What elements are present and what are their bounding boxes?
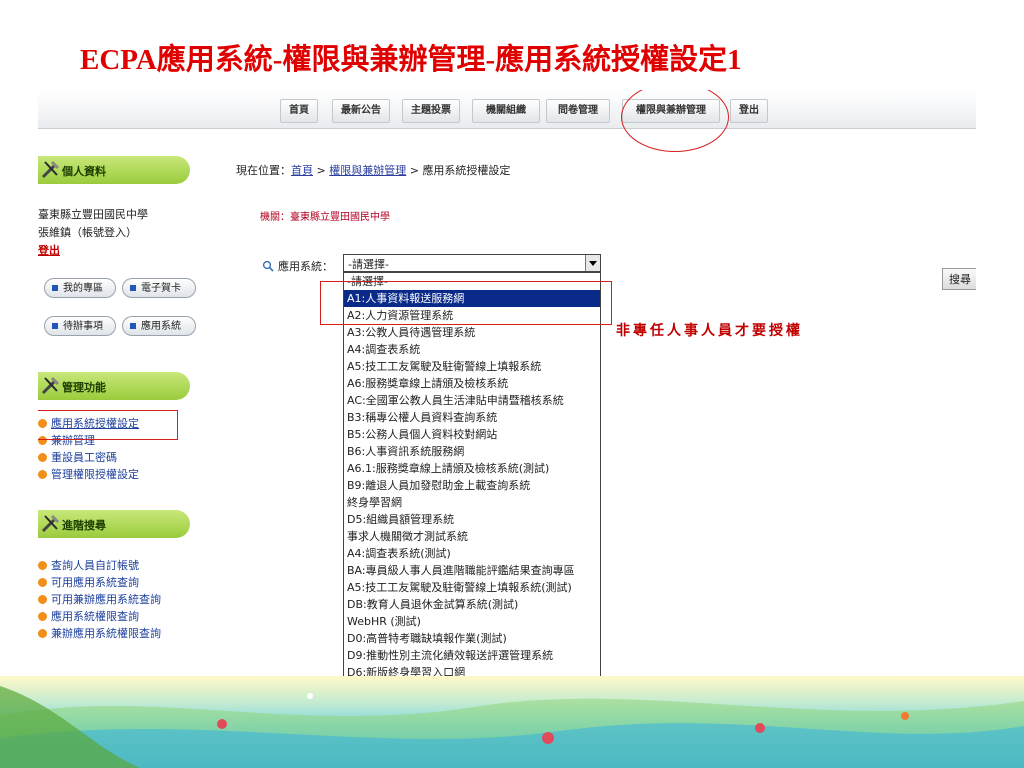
dropdown-option[interactable]: A4:調查表系統(測試) (344, 545, 600, 562)
nav-item-logout[interactable]: 登出 (730, 99, 768, 123)
sidebar-item-available-concurrent[interactable]: 可用兼辦應用系統查詢 (38, 592, 161, 608)
dropdown-option[interactable]: D9:推動性別主流化績效報送評選管理系統 (344, 647, 600, 664)
select-value: -請選擇- (348, 258, 389, 271)
bullet-icon (38, 629, 47, 638)
apps-button[interactable]: 應用系統 (122, 316, 196, 336)
active-item-highlight-box (38, 410, 178, 440)
dropdown-option[interactable]: AC:全國軍公教人員生活津貼申請暨稽核系統 (344, 392, 600, 409)
dropdown-option[interactable]: D5:組織員額管理系統 (344, 511, 600, 528)
dropdown-option[interactable]: B3:稱專公權人員資料查詢系統 (344, 409, 600, 426)
search-button[interactable]: 搜尋 (942, 268, 976, 290)
sidebar-header-manage: 管理功能 (38, 372, 190, 400)
bullet-icon (38, 612, 47, 621)
breadcrumb-home-link[interactable]: 首頁 (291, 164, 313, 177)
sidebar: 個人資料 臺東縣立豐田國民中學 張維鎮（帳號登入） 登出 我的專區 電子賀卡 待… (38, 150, 228, 680)
sidebar-item-label: 可用應用系統查詢 (51, 576, 139, 589)
sidebar-header-label: 個人資料 (62, 165, 106, 178)
sidebar-item-concurrent-permission-query[interactable]: 兼辦應用系統權限查詢 (38, 626, 161, 642)
breadcrumb-separator: > (313, 164, 330, 177)
bullet-icon (38, 578, 47, 587)
user-org: 臺東縣立豐田國民中學 (38, 208, 148, 221)
nav-item-vote[interactable]: 主題投票 (402, 99, 460, 123)
breadcrumb-prefix: 現在位置： (236, 164, 291, 177)
dropdown-option[interactable]: WebHR (測試) (344, 613, 600, 630)
dropdown-option[interactable]: A6:服務獎章線上請頒及檢核系統 (344, 375, 600, 392)
dropdown-option[interactable]: B5:公務人員個人資料校對網站 (344, 426, 600, 443)
breadcrumb-section-link[interactable]: 權限與兼辦管理 (329, 164, 406, 177)
sidebar-item-label: 查詢人員自訂帳號 (51, 559, 139, 572)
dropdown-option[interactable]: D0:高普特考職缺填報作業(測試) (344, 630, 600, 647)
nav-highlight-circle (621, 90, 729, 152)
annotation-text: 非專任人事人員才要授權 (616, 324, 803, 339)
option-highlight-box (320, 281, 612, 325)
sidebar-item-admin-auth[interactable]: 管理權限授權設定 (38, 467, 139, 483)
top-navigation: 首頁 最新公告 主題投票 機關組織 問卷管理 權限與兼辦管理 登出 (38, 90, 976, 152)
chevron-down-icon[interactable] (585, 255, 600, 271)
slide-title: ECPA應用系統-權限與兼辦管理-應用系統授權設定1 (80, 44, 742, 76)
dropdown-option[interactable]: A6.1:服務獎章線上請頒及檢核系統(測試) (344, 460, 600, 477)
breadcrumb-current: 應用系統授權設定 (422, 164, 511, 177)
dropdown-option[interactable]: A4:調查表系統 (344, 341, 600, 358)
dropdown-option[interactable]: A3:公教人員待遇管理系統 (344, 324, 600, 341)
breadcrumb: 現在位置：首頁 > 權限與兼辦管理 > 應用系統授權設定 (236, 162, 510, 178)
dropdown-option[interactable]: 終身學習網 (344, 494, 600, 511)
sidebar-header-personal: 個人資料 (38, 156, 190, 184)
bullet-icon (38, 561, 47, 570)
dropdown-option[interactable]: B9:離退人員加發慰助金上載查詢系統 (344, 477, 600, 494)
sidebar-item-label: 兼辦應用系統權限查詢 (51, 627, 161, 640)
filter-label: 應用系統： (278, 260, 333, 273)
bullet-icon (38, 453, 47, 462)
nav-item-news[interactable]: 最新公告 (332, 99, 390, 123)
my-area-button[interactable]: 我的專區 (44, 278, 116, 298)
sidebar-logout-link[interactable]: 登出 (38, 242, 60, 258)
sidebar-item-label: 管理權限授權設定 (51, 468, 139, 481)
sidebar-header-label: 進階搜尋 (62, 519, 106, 532)
user-name: 張維鎮（帳號登入） (38, 226, 137, 239)
sidebar-item-available-apps[interactable]: 可用應用系統查詢 (38, 575, 139, 591)
wave-decoration (0, 686, 1024, 768)
dropdown-option[interactable]: BA:專員級人事人員進階職能評鑑結果查詢專區 (344, 562, 600, 579)
sidebar-item-app-permission-query[interactable]: 應用系統權限查詢 (38, 609, 139, 625)
bullet-icon (38, 470, 47, 479)
dropdown-option[interactable]: A5:技工工友駕駛及駐衛警線上填報系統(測試) (344, 579, 600, 596)
todo-button[interactable]: 待辦事項 (44, 316, 116, 336)
tools-icon (41, 160, 60, 179)
breadcrumb-separator: > (406, 164, 423, 177)
sidebar-item-reset-password[interactable]: 重設員工密碼 (38, 450, 117, 466)
dropdown-option[interactable]: 事求人機關徵才測試系統 (344, 528, 600, 545)
tools-icon (41, 514, 60, 533)
sidebar-header-advanced: 進階搜尋 (38, 510, 190, 538)
search-icon (262, 260, 274, 272)
dropdown-option[interactable]: A5:技工工友駕駛及駐衛警線上填報系統 (344, 358, 600, 375)
app-system-dropdown: -請選擇- A1:人事資料報送服務網 A2:人力資源管理系統 A3:公教人員待遇管理系… (343, 272, 601, 680)
dropdown-option[interactable]: DB:教育人員退休金試算系統(測試) (344, 596, 600, 613)
nav-item-home[interactable]: 首頁 (280, 99, 318, 123)
bottom-decoration (0, 676, 1024, 768)
dropdown-options: -請選擇- A1:人事資料報送服務網 A2:人力資源管理系統 A3:公教人員待遇管理系… (344, 273, 600, 679)
sidebar-item-custom-account[interactable]: 查詢人員自訂帳號 (38, 558, 139, 574)
filter-row: 應用系統： (262, 258, 333, 274)
nav-item-org[interactable]: 機關組織 (472, 99, 540, 123)
sidebar-item-label: 重設員工密碼 (51, 451, 117, 464)
ecard-button[interactable]: 電子賀卡 (122, 278, 196, 298)
org-label: 機關：臺東縣立豐田國民中學 (260, 212, 390, 223)
sidebar-item-label: 可用兼辦應用系統查詢 (51, 593, 161, 606)
tools-icon (41, 376, 60, 395)
nav-item-survey[interactable]: 問卷管理 (546, 99, 610, 123)
sidebar-header-label: 管理功能 (62, 381, 106, 394)
app-system-select[interactable]: -請選擇- (343, 254, 601, 272)
browser-screen: 首頁 最新公告 主題投票 機關組織 問卷管理 權限與兼辦管理 登出 個人資料 臺… (38, 90, 976, 680)
bullet-icon (38, 595, 47, 604)
sidebar-item-label: 應用系統權限查詢 (51, 610, 139, 623)
dropdown-option[interactable]: B6:人事資訊系統服務網 (344, 443, 600, 460)
